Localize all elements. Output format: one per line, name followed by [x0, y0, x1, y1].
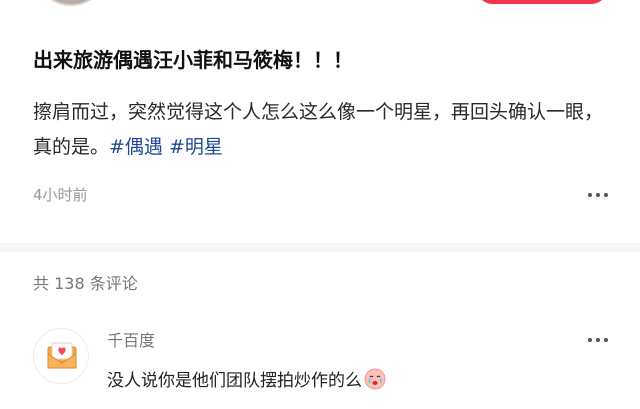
post-title: 出来旅游偶遇汪小菲和马筱梅！！！ [33, 48, 353, 72]
more-dots-icon-svg [588, 193, 608, 197]
comment-count: 共 138 条评论 [33, 274, 138, 293]
more-dots-icon[interactable] [583, 183, 613, 207]
more-dots-icon[interactable] [583, 328, 613, 352]
hashtag-link[interactable]: #明星 [169, 136, 223, 158]
follow-button[interactable] [476, 0, 608, 4]
post-body: 擦肩而过，突然觉得这个人怎么这么像一个明星，再回头确认一眼，真的是。#偶遇 #明… [33, 95, 613, 165]
comment-author[interactable]: 千百度 [107, 329, 155, 353]
comment-text-content: 没人说你是他们团队摆拍炒作的么 [107, 371, 362, 391]
post-time: 4小时前 [33, 186, 88, 204]
author-avatar[interactable] [35, 0, 107, 6]
post-detail-page: 出来旅游偶遇汪小菲和马筱梅！！！ 擦肩而过，突然觉得这个人怎么这么像一个明星，再… [0, 0, 640, 409]
commenter-avatar[interactable] [33, 328, 89, 384]
sad-crying-face-icon [364, 368, 386, 390]
comment-item: 千百度 没人说你是他们团队摆拍炒作的么 [0, 320, 640, 409]
top-bar [0, 0, 640, 8]
more-dots-icon-svg [588, 338, 608, 342]
hashtag-link[interactable]: #偶遇 [109, 136, 163, 158]
section-divider [0, 243, 640, 252]
envelope-heart-icon [47, 342, 77, 369]
comment-text: 没人说你是他们团队摆拍炒作的么 [107, 368, 627, 393]
